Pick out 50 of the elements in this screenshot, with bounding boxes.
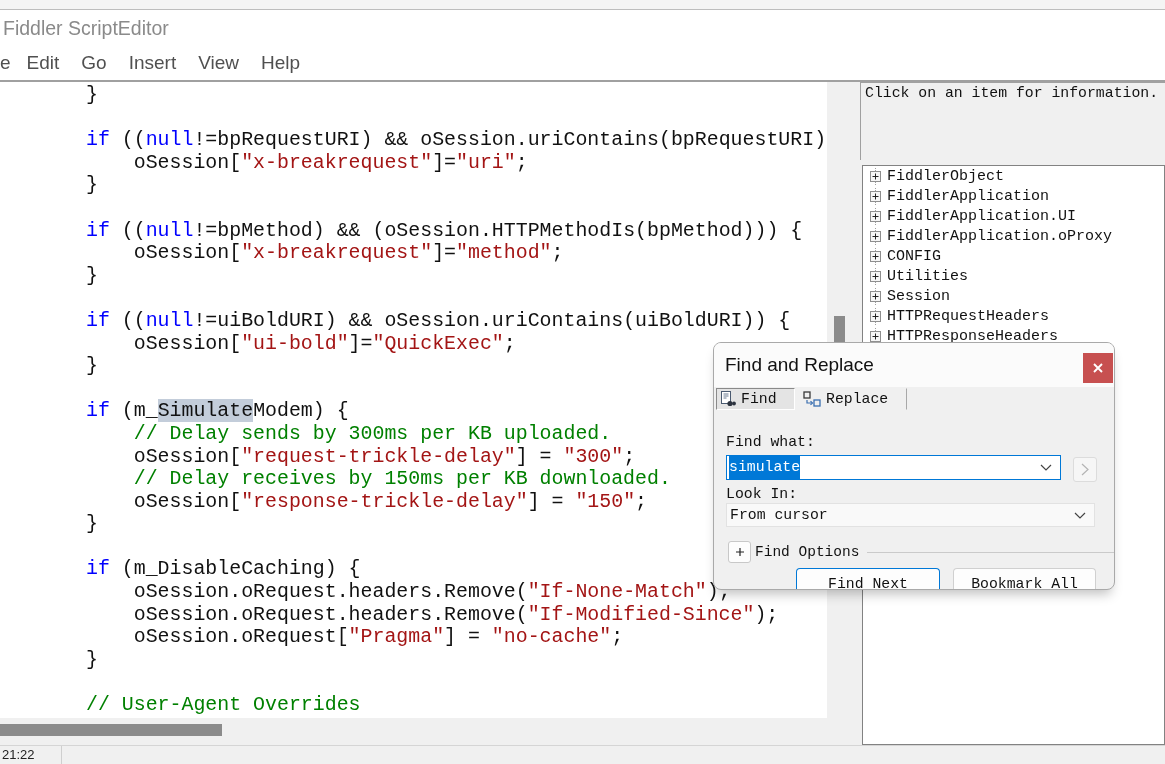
code-line: // User-Agent Overrides xyxy=(86,694,361,717)
code-line: oSession["x-breakrequest"]="method"; xyxy=(133,242,564,265)
scrollbar-thumb[interactable] xyxy=(834,316,845,345)
replace-icon xyxy=(803,391,821,407)
code-line: } xyxy=(86,648,98,672)
dialog-button[interactable]: Find Next xyxy=(796,568,940,589)
code-line: if ((null!=bpRequestURI) && oSession.uriContains(bpRequestURI) xyxy=(86,129,827,152)
group-label: Find Options xyxy=(755,543,860,561)
code-line: // Delay receives by 150ms per KB downloaded. xyxy=(133,468,671,491)
dialog-tab[interactable]: Replace xyxy=(800,388,907,410)
menu-item[interactable]: Edit xyxy=(22,48,64,78)
menu-item[interactable]: Go xyxy=(77,48,111,78)
cursor-position: 21:22 xyxy=(0,746,62,764)
code-line: oSession.oRequest["Pragma"] = "no-cache"; xyxy=(133,626,624,649)
code-line: } xyxy=(86,513,98,536)
menu-item[interactable]: View xyxy=(194,48,244,78)
code-line: oSession["x-breakrequest"]="uri"; xyxy=(133,151,528,175)
code-line: // Delay sends by 300ms per KB uploaded. xyxy=(133,422,612,446)
find-what-field[interactable]: simulate xyxy=(726,455,1061,480)
code-line: if ((null!=bpMethod) && (oSession.HTTPMethodIs(bpMethod))) { xyxy=(86,219,803,243)
dialog-button[interactable]: Bookmark All xyxy=(953,568,1096,589)
dialog-tab[interactable]: Find xyxy=(716,388,795,410)
code-line: } xyxy=(86,355,98,378)
code-line: if (m_SimulateModem) { xyxy=(86,400,349,423)
look-in-dropdown[interactable]: From cursor xyxy=(726,503,1095,527)
window-title: Fiddler ScriptEditor xyxy=(2,16,170,41)
menu-item[interactable]: Help xyxy=(257,48,305,78)
code-line: oSession["ui-bold"]="QuickExec"; xyxy=(133,332,516,356)
chevron-down-icon xyxy=(1074,511,1086,519)
field-label: Look In: xyxy=(726,486,798,503)
chevron-right-icon xyxy=(1081,463,1089,476)
menu-item[interactable]: Insert xyxy=(124,48,181,78)
code-line: if (m_DisableCaching) { xyxy=(86,558,361,582)
code-line: } xyxy=(86,84,98,107)
code-line: oSession["response-trickle-delay"] = "150"; xyxy=(133,490,648,514)
close-icon xyxy=(1093,363,1103,373)
info-box: Click on an item for information. xyxy=(860,82,1165,160)
dialog-title: Find and Replace xyxy=(725,353,874,377)
scrollbar-thumb[interactable] xyxy=(0,724,222,736)
chevron-down-icon xyxy=(1040,464,1052,471)
code-line: } xyxy=(86,174,98,197)
code-line: if ((null!=uiBoldURI) && oSession.uriContains(uiBoldURI)) { xyxy=(86,309,791,333)
code-line: oSession.oRequest.headers.Remove("If-Modified-Since"); xyxy=(133,603,779,627)
field-label: Find what: xyxy=(726,433,815,451)
document-search-icon xyxy=(720,391,736,407)
menu-item[interactable]: e xyxy=(0,48,15,78)
close-button[interactable] xyxy=(1083,353,1113,383)
code-line: } xyxy=(86,264,98,288)
expand-options-button[interactable] xyxy=(728,541,751,563)
code-line: oSession["request-trickle-delay"] = "300"; xyxy=(133,445,636,469)
